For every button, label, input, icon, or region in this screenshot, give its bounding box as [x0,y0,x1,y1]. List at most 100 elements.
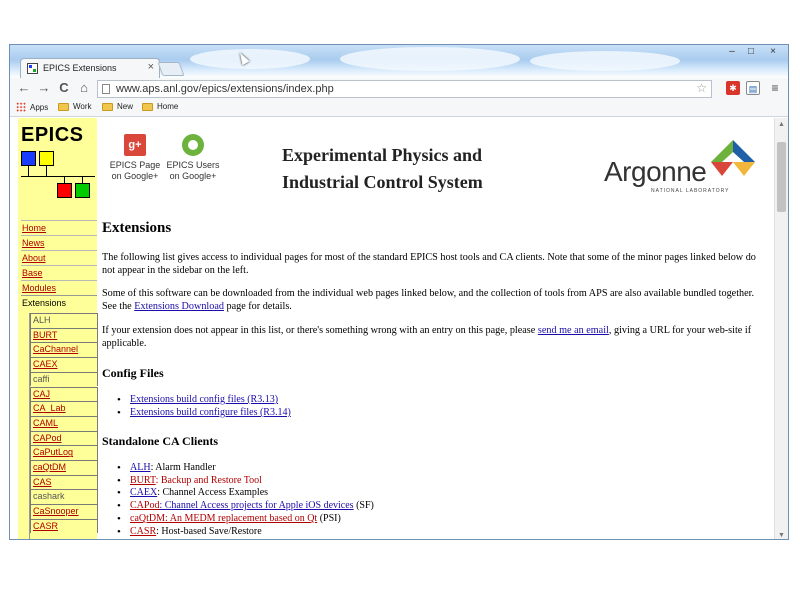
submenu-item-label: CaChannel [33,344,79,355]
submenu-item-cashark[interactable]: cashark [30,489,98,505]
submenu-item-ca-lab[interactable]: CA_Lab [30,401,98,416]
menu-icon[interactable]: ≡ [768,81,782,95]
apps-icon [16,102,26,112]
submenu-item-caex[interactable]: CAEX [30,357,98,372]
tab-close-icon[interactable]: × [148,61,154,73]
sidebar-item-news[interactable]: News [21,235,97,249]
submenu-item-caml[interactable]: CAML [30,415,98,431]
submenu-item-label: CAEX [33,359,58,370]
sidebar-item-extensions[interactable]: Extensions [21,295,97,309]
submenu-item-caputlog[interactable]: CaPutLog [30,445,98,460]
close-window-button[interactable]: × [762,45,784,59]
submenu-item-alh[interactable]: ALH [30,313,98,328]
maximize-button[interactable]: □ [743,45,759,59]
list-item-suffix: (PSI) [317,513,341,524]
browser-toolbar: ← → C ⌂ www.aps.anl.gov/epics/extensions… [10,78,788,100]
list-item-suffix: (SF) [353,500,374,511]
submenu-item-caqtdm[interactable]: caQtDM [30,460,98,475]
extension-doc-icon[interactable]: ▤ [746,81,760,95]
scroll-up-arrow-icon[interactable]: ▲ [778,121,785,128]
forward-button[interactable]: → [36,80,52,96]
submenu-item-label: caQtDM [33,462,67,472]
list-item: BURT: Backup and Restore Tool [117,475,262,487]
logo-green-square [75,183,90,198]
list-item-description: : Alarm Handler [150,462,216,473]
sidebar-item-label: News [22,238,45,248]
submenu-item-burt[interactable]: BURT [30,327,98,343]
vertical-scrollbar[interactable]: ▲ ▼ [774,118,788,539]
home-button[interactable]: ⌂ [76,80,92,96]
send-email-link[interactable]: send me an email [538,325,609,336]
submenu-item-label: CA_Lab [33,403,66,414]
submenu-item-label: ALH [33,315,51,325]
paragraph-text: page for details. [226,300,292,312]
site-title: Experimental Physics and Industrial Cont… [282,142,483,196]
submenu-item-cas[interactable]: CAS [30,474,98,490]
submenu-item-capod[interactable]: CAPod [30,430,98,446]
submenu-item-label: CAJ [33,388,51,399]
minimize-button[interactable]: – [724,45,740,59]
burt-link[interactable]: BURT [130,475,156,486]
submenu-item-cachannel[interactable]: CaChannel [30,342,98,358]
back-button[interactable]: ← [16,80,32,96]
page-title: Extensions [102,220,172,236]
submenu-item-caffi[interactable]: caffi [30,371,98,387]
address-bar[interactable]: www.aps.anl.gov/epics/extensions/index.p… [97,80,712,98]
scroll-down-arrow-icon[interactable]: ▼ [778,532,785,539]
alh-link[interactable]: ALH [130,462,151,473]
list-item-description: : Backup and Restore Tool [155,475,262,486]
browser-tab[interactable]: EPICS Extensions × [20,58,160,78]
url-text: www.aps.anl.gov/epics/extensions/index.p… [116,83,334,95]
social-label: EPICS Users [166,160,220,170]
list-item: CAPod: Channel Access projects for Apple… [117,500,374,512]
sidebar-item-label: About [22,253,46,263]
title-bar: EPICS Extensions × – □ × [10,45,788,78]
new-tab-button[interactable] [157,62,185,76]
bookmark-apps[interactable]: Apps [16,102,48,112]
submenu-item-caj[interactable]: CAJ [30,386,98,402]
bookmark-work[interactable]: Work [58,102,92,111]
submenu-item-casnooper[interactable]: CaSnooper [30,504,98,519]
argonne-wordmark: Argonne [604,156,707,187]
extension-red-icon[interactable]: ✱ [726,81,740,95]
sky-cloud [340,47,520,71]
casr-link[interactable]: CASR [130,526,156,537]
sidebar-item-base[interactable]: Base [21,265,97,279]
site-title-line: Experimental Physics and [282,145,483,165]
logo-line [28,166,29,176]
scroll-thumb[interactable] [777,142,786,212]
caex-link[interactable]: CAEX [130,487,157,498]
bookmark-star-icon[interactable]: ☆ [696,81,707,95]
reload-button[interactable]: C [56,80,72,96]
epics-users-link[interactable]: EPICS Users on Google+ [162,134,224,182]
config-files-r314-link[interactable]: Extensions build configure files (R3.14) [130,407,291,418]
caqtdm-link[interactable]: caQtDM [130,513,165,524]
submenu-item-casr[interactable]: CASR [30,518,98,534]
sidebar-item-home[interactable]: Home [21,220,97,234]
bookmark-new[interactable]: New [102,102,133,111]
capod-link[interactable]: CAPod [130,500,159,511]
bookmark-label: Apps [30,102,49,112]
epics-google-plus-link[interactable]: g+ EPICS Page on Google+ [104,134,166,182]
bookmark-label: Home [157,102,179,111]
tab-title: EPICS Extensions [43,63,117,73]
social-label: on Google+ [111,171,159,181]
epics-logo[interactable]: EPICS [18,118,97,206]
logo-blue-square [21,151,36,166]
extensions-download-link[interactable]: Extensions Download [134,301,224,312]
bookmark-label: New [117,102,134,111]
sidebar-item-about[interactable]: About [21,250,97,264]
argonne-logo[interactable]: Argonne NATIONAL LABORATORY [603,132,763,194]
config-files-r313-link[interactable]: Extensions build config files (R3.13) [130,394,278,405]
bookmark-home[interactable]: Home [142,102,178,111]
screen: EPICS Extensions × – □ × ← → C ⌂ www.aps… [0,0,800,600]
social-label: on Google+ [169,171,217,181]
social-label: EPICS Page [109,160,161,170]
site-header: EPICS g+ EPICS Page on Google+ EPICS Use… [10,118,774,206]
bookmarks-bar: Apps Work New Home [10,100,788,117]
sidebar-item-modules[interactable]: Modules [21,280,97,294]
sidebar-item-label: Extensions [22,298,67,308]
folder-icon [58,102,69,111]
submenu-item-label: CAPod [33,432,62,443]
argonne-triangle-segment [711,162,733,176]
